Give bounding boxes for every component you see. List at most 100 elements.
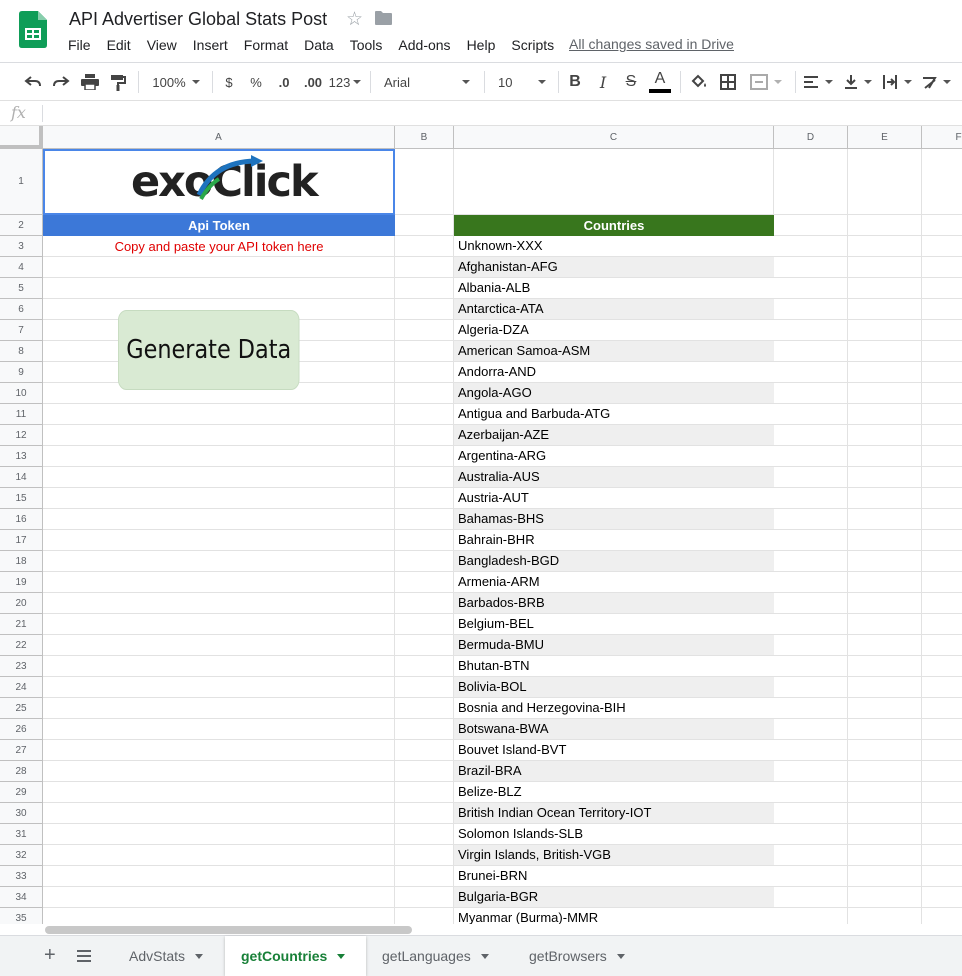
font-size-select[interactable]: 10 bbox=[492, 63, 552, 101]
country-cell[interactable]: Bahrain-BHR bbox=[454, 530, 774, 550]
currency-format-button[interactable]: $ bbox=[218, 63, 240, 101]
menu-view[interactable]: View bbox=[139, 36, 185, 55]
country-cell[interactable]: Myanmar (Burma)-MMR bbox=[454, 908, 774, 924]
country-cell[interactable]: Belize-BLZ bbox=[454, 782, 774, 802]
decrease-decimal-button[interactable]: .0 bbox=[270, 63, 298, 101]
column-header-b[interactable]: B bbox=[395, 126, 454, 149]
row-header[interactable]: 9 bbox=[0, 362, 43, 383]
generate-data-button[interactable]: Generate Data bbox=[118, 310, 300, 390]
api-token-input-cell[interactable]: Copy and paste your API token here bbox=[43, 236, 395, 257]
country-cell[interactable]: Afghanistan-AFG bbox=[454, 257, 774, 277]
row-header[interactable]: 19 bbox=[0, 572, 43, 593]
add-sheet-icon[interactable]: + bbox=[44, 945, 56, 965]
sheet-tab-getlanguages[interactable]: getLanguages bbox=[366, 936, 513, 976]
row-header[interactable]: 32 bbox=[0, 845, 43, 866]
country-cell[interactable]: Bulgaria-BGR bbox=[454, 887, 774, 907]
save-status-link[interactable]: All changes saved in Drive bbox=[569, 36, 734, 52]
row-header[interactable]: 24 bbox=[0, 677, 43, 698]
row-header[interactable]: 13 bbox=[0, 446, 43, 467]
country-cell[interactable]: Argentina-ARG bbox=[454, 446, 774, 466]
country-cell[interactable]: Algeria-DZA bbox=[454, 320, 774, 340]
row-header[interactable]: 14 bbox=[0, 467, 43, 488]
row-header[interactable]: 35 bbox=[0, 908, 43, 924]
row-header[interactable]: 10 bbox=[0, 383, 43, 404]
folder-icon[interactable] bbox=[375, 11, 392, 25]
redo-icon[interactable] bbox=[48, 63, 74, 101]
country-cell[interactable]: Belgium-BEL bbox=[454, 614, 774, 634]
country-cell[interactable]: Brunei-BRN bbox=[454, 866, 774, 886]
row-header[interactable]: 8 bbox=[0, 341, 43, 362]
row-header[interactable]: 28 bbox=[0, 761, 43, 782]
sheet-tab-getcountries[interactable]: getCountries bbox=[225, 936, 366, 976]
paint-format-icon[interactable] bbox=[105, 63, 131, 101]
row-header[interactable]: 23 bbox=[0, 656, 43, 677]
more-formats-button[interactable]: 123 bbox=[328, 63, 362, 101]
row-header[interactable]: 12 bbox=[0, 425, 43, 446]
row-header[interactable]: 25 bbox=[0, 698, 43, 719]
text-rotation-icon[interactable] bbox=[918, 63, 954, 101]
country-cell[interactable]: Azerbaijan-AZE bbox=[454, 425, 774, 445]
row-header[interactable]: 34 bbox=[0, 887, 43, 908]
country-cell[interactable]: Armenia-ARM bbox=[454, 572, 774, 592]
all-sheets-icon[interactable] bbox=[77, 950, 91, 962]
row-header[interactable]: 4 bbox=[0, 257, 43, 278]
countries-header[interactable]: Countries bbox=[454, 215, 774, 236]
sheets-logo-icon[interactable] bbox=[19, 11, 47, 48]
country-cell[interactable]: Albania-ALB bbox=[454, 278, 774, 298]
increase-decimal-button[interactable]: .00 bbox=[298, 63, 328, 101]
country-cell[interactable]: Bhutan-BTN bbox=[454, 656, 774, 676]
sheet-tab-advstats[interactable]: AdvStats bbox=[113, 936, 225, 976]
row-header[interactable]: 16 bbox=[0, 509, 43, 530]
column-header-f[interactable]: F bbox=[922, 126, 962, 149]
country-cell[interactable]: Australia-AUS bbox=[454, 467, 774, 487]
row-header[interactable]: 29 bbox=[0, 782, 43, 803]
menu-format[interactable]: Format bbox=[236, 36, 296, 55]
row-header[interactable]: 33 bbox=[0, 866, 43, 887]
row-header[interactable]: 1 bbox=[0, 149, 43, 215]
country-cell[interactable]: Antigua and Barbuda-ATG bbox=[454, 404, 774, 424]
country-cell[interactable]: Andorra-AND bbox=[454, 362, 774, 382]
row-header[interactable]: 3 bbox=[0, 236, 43, 257]
document-title[interactable]: API Advertiser Global Stats Post bbox=[69, 9, 327, 30]
menu-tools[interactable]: Tools bbox=[342, 36, 391, 55]
star-icon[interactable]: ☆ bbox=[346, 8, 363, 31]
row-header[interactable]: 20 bbox=[0, 593, 43, 614]
menu-data[interactable]: Data bbox=[296, 36, 342, 55]
menu-help[interactable]: Help bbox=[459, 36, 504, 55]
percent-format-button[interactable]: % bbox=[245, 63, 267, 101]
row-header[interactable]: 30 bbox=[0, 803, 43, 824]
menu-addons[interactable]: Add-ons bbox=[390, 36, 458, 55]
menu-insert[interactable]: Insert bbox=[185, 36, 236, 55]
country-cell[interactable]: Brazil-BRA bbox=[454, 761, 774, 781]
undo-icon[interactable] bbox=[20, 63, 46, 101]
row-header[interactable]: 2 bbox=[0, 215, 43, 236]
select-all-corner[interactable] bbox=[0, 126, 43, 149]
country-cell[interactable]: Virgin Islands, British-VGB bbox=[454, 845, 774, 865]
vertical-align-icon[interactable] bbox=[840, 63, 876, 101]
country-cell[interactable]: Barbados-BRB bbox=[454, 593, 774, 613]
row-header[interactable]: 7 bbox=[0, 320, 43, 341]
font-family-select[interactable]: Arial bbox=[378, 63, 476, 101]
country-cell[interactable]: Bangladesh-BGD bbox=[454, 551, 774, 571]
country-cell[interactable]: American Samoa-ASM bbox=[454, 341, 774, 361]
row-header[interactable]: 15 bbox=[0, 488, 43, 509]
row-header[interactable]: 5 bbox=[0, 278, 43, 299]
row-header[interactable]: 6 bbox=[0, 299, 43, 320]
column-header-a[interactable]: A bbox=[43, 126, 395, 149]
menu-edit[interactable]: Edit bbox=[99, 36, 139, 55]
row-header[interactable]: 11 bbox=[0, 404, 43, 425]
country-cell[interactable]: British Indian Ocean Territory-IOT bbox=[454, 803, 774, 823]
country-cell[interactable]: Angola-AGO bbox=[454, 383, 774, 403]
row-header[interactable]: 18 bbox=[0, 551, 43, 572]
row-header[interactable]: 22 bbox=[0, 635, 43, 656]
column-header-e[interactable]: E bbox=[848, 126, 922, 149]
spreadsheet-grid[interactable]: A B C D E F 1 2 3 4 5 6 7 8 9 10 11 12 13 14 15 16 17 18 1… bbox=[0, 126, 962, 924]
column-header-d[interactable]: D bbox=[774, 126, 848, 149]
italic-button[interactable]: I bbox=[591, 63, 615, 101]
row-header[interactable]: 31 bbox=[0, 824, 43, 845]
menu-file[interactable]: File bbox=[60, 36, 99, 55]
horizontal-align-icon[interactable] bbox=[800, 63, 836, 101]
text-color-button[interactable]: A bbox=[647, 63, 673, 101]
country-cell[interactable]: Antarctica-ATA bbox=[454, 299, 774, 319]
merge-cells-icon[interactable] bbox=[745, 63, 787, 101]
